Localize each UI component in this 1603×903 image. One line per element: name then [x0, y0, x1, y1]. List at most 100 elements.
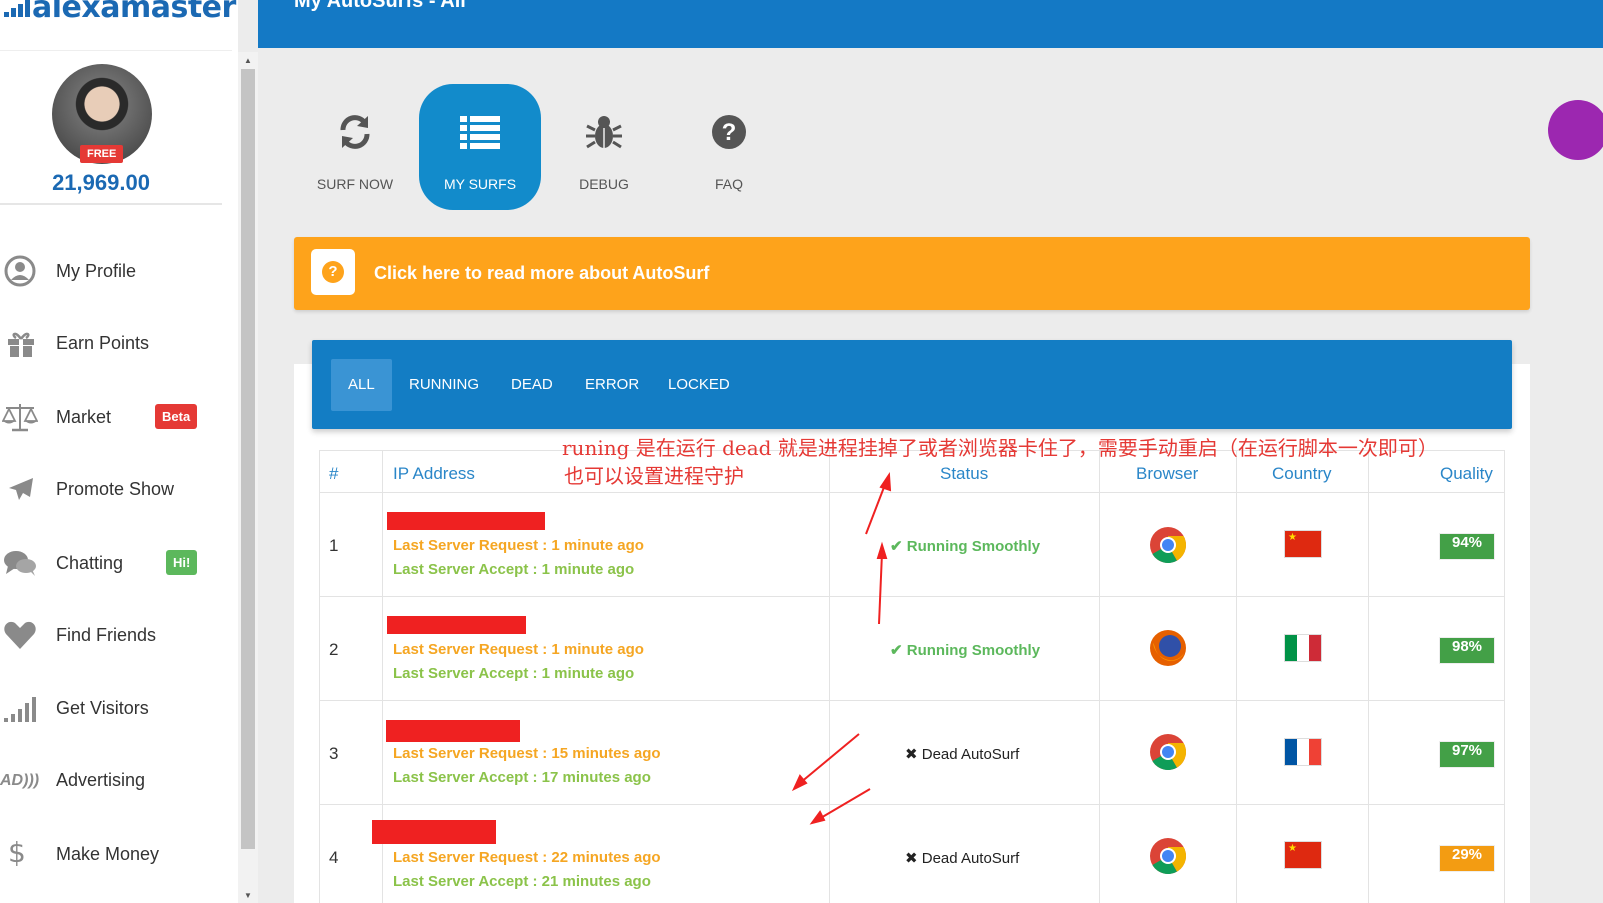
chrome-icon [1150, 527, 1187, 564]
user-icon [4, 255, 36, 287]
question-icon: ? [322, 261, 344, 283]
menu-item-earn-points[interactable]: Earn Points [0, 323, 238, 363]
menu-item-advertising[interactable]: AD))) Advertising [0, 760, 238, 800]
last-request: Last Server Request : 1 minute ago [393, 537, 644, 554]
floating-action-button[interactable] [1548, 100, 1603, 160]
menu-item-market[interactable]: Market Beta [0, 397, 238, 437]
column-header-browser: Browser [1136, 464, 1199, 483]
quality-badge: 29% [1439, 845, 1495, 872]
china-flag: ★ [1284, 841, 1322, 869]
autosurf-info-banner[interactable]: ? Click here to read more about AutoSurf [294, 237, 1530, 310]
column-header-quality: Quality [1440, 464, 1493, 483]
last-request: Last Server Request : 22 minutes ago [393, 849, 661, 866]
banner-text: Click here to read more about AutoSurf [374, 263, 710, 283]
quality-badge: 94% [1439, 533, 1495, 560]
chat-icon [4, 551, 36, 576]
heart-icon [4, 621, 36, 649]
filter-running[interactable]: RUNNING [392, 359, 496, 411]
last-accept: Last Server Accept : 1 minute ago [393, 561, 635, 578]
scroll-down-icon[interactable]: ▼ [238, 889, 258, 903]
tab-label: MY SURFS [443, 176, 517, 192]
refresh-icon [340, 115, 370, 149]
menu-item-promote-show[interactable]: Promote Show [0, 469, 238, 509]
annotation-line-1: runing 是在运行 dead 就是进程挂掉了或者浏览器卡住了，需要手动重启（… [562, 436, 1438, 460]
points-balance: 21,969.00 [52, 170, 150, 195]
x-icon: ✖ [905, 850, 918, 867]
last-accept: Last Server Accept : 1 minute ago [393, 665, 635, 682]
menu-label: Advertising [56, 770, 146, 790]
firefox-icon [1150, 630, 1186, 666]
info-icon-box: ? [311, 249, 355, 295]
logo-bars-icon [4, 0, 32, 17]
filter-dead[interactable]: DEAD [494, 359, 570, 411]
status-filter-bar: ALL RUNNING DEAD ERROR LOCKED [312, 340, 1512, 429]
tab-label: SURF NOW [316, 176, 394, 192]
menu-label: Find Friends [56, 625, 157, 645]
quality-badge: 98% [1439, 637, 1495, 664]
menu-item-find-friends[interactable]: Find Friends [0, 615, 238, 655]
gift-icon [8, 332, 34, 357]
scale-icon [2, 404, 38, 432]
divider [0, 203, 222, 205]
logo[interactable]: alexamaster [4, 0, 236, 25]
menu-item-my-profile[interactable]: My Profile [0, 251, 238, 291]
signal-bars-icon [4, 697, 36, 722]
filter-error[interactable]: ERROR [568, 359, 656, 411]
tab-surf-now[interactable]: SURF NOW [294, 84, 416, 210]
menu-label: Get Visitors [56, 698, 149, 718]
filter-locked[interactable]: LOCKED [651, 359, 747, 411]
check-icon: ✔ [890, 538, 903, 555]
sidebar: alexamaster FREE 21,969.00 My Profile Ea… [0, 0, 238, 903]
last-request: Last Server Request : 1 minute ago [393, 641, 644, 658]
quality-badge: 97% [1439, 741, 1495, 768]
column-header-ip: IP Address [393, 464, 475, 483]
row-number: 1 [329, 536, 339, 555]
svg-text:?: ? [722, 119, 737, 146]
check-icon: ✔ [890, 642, 903, 659]
chrome-icon [1150, 838, 1187, 875]
menu-label: Earn Points [56, 333, 150, 353]
status-dead: ✖ Dead AutoSurf [905, 746, 1020, 763]
last-request: Last Server Request : 15 minutes ago [393, 745, 661, 762]
tab-debug[interactable]: DEBUG [543, 84, 665, 210]
menu-label: Make Money [56, 844, 160, 864]
menu-item-get-visitors[interactable]: Get Visitors [0, 688, 238, 728]
sidebar-scrollbar[interactable]: ▲ ▼ [238, 52, 258, 903]
column-header-number: # [329, 464, 339, 483]
bug-icon [586, 116, 622, 149]
row-number: 3 [329, 744, 339, 763]
annotation-line-2: 也可以设置进程守护 [564, 464, 744, 488]
beta-badge: Beta [155, 404, 198, 429]
menu-label: My Profile [56, 261, 137, 281]
membership-badge: FREE [80, 145, 124, 163]
status-running: ✔ Running Smoothly [890, 538, 1041, 555]
surfs-table: # IP Address Status Browser Country Qual… [319, 450, 1505, 903]
hi-badge: Hi! [166, 550, 198, 575]
tab-my-surfs[interactable]: MY SURFS [419, 84, 541, 210]
status-running: ✔ Running Smoothly [890, 642, 1041, 659]
x-icon: ✖ [905, 746, 918, 763]
dollar-icon: $ [8, 836, 26, 869]
tab-faq[interactable]: ? FAQ [668, 84, 790, 210]
redacted-ip [387, 616, 526, 634]
menu-label: Promote Show [56, 479, 175, 499]
menu-item-chatting[interactable]: Chatting Hi! [0, 543, 238, 583]
question-circle-icon: ? [712, 115, 746, 149]
china-flag: ★ [1284, 530, 1322, 558]
menu-item-make-money[interactable]: $ Make Money [0, 834, 238, 874]
scroll-up-icon[interactable]: ▲ [238, 54, 258, 68]
status-dead: ✖ Dead AutoSurf [905, 850, 1020, 867]
filter-all[interactable]: ALL [331, 359, 392, 411]
page-title: My AutoSurfs - All [294, 0, 466, 12]
divider [0, 50, 232, 51]
menu-label: Market [56, 407, 112, 427]
ad-icon: AD))) [0, 772, 40, 789]
row-number: 2 [329, 640, 339, 659]
tab-label: FAQ [714, 176, 743, 192]
column-header-country: Country [1272, 464, 1332, 483]
menu-label: Chatting [56, 553, 124, 573]
list-icon [460, 116, 500, 149]
redacted-ip [387, 512, 545, 530]
plane-icon [9, 478, 33, 500]
scrollbar-thumb[interactable] [241, 69, 255, 849]
